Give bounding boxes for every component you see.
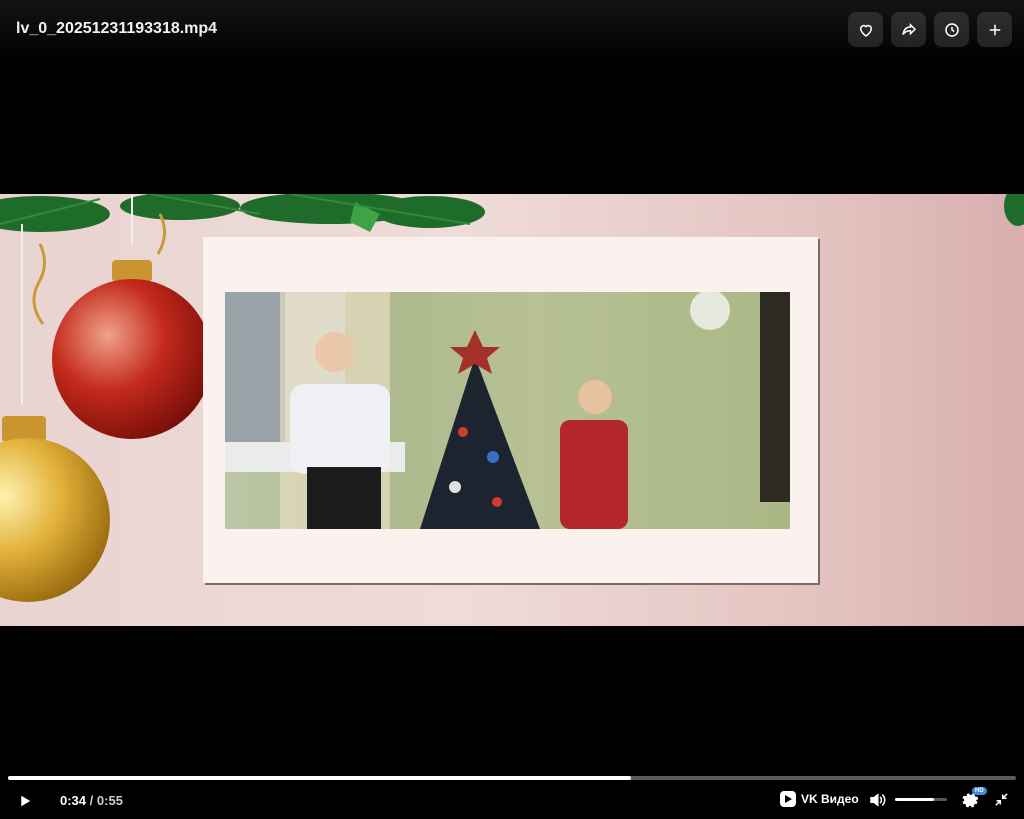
duration: 0:55	[96, 793, 123, 808]
classroom-scene-image	[225, 292, 790, 529]
current-time: 0:34	[60, 793, 87, 808]
progress-bar[interactable]	[8, 776, 1016, 780]
video-title: lv_0_20251231193318.mp4	[16, 20, 218, 37]
quality-badge: HD	[972, 787, 987, 795]
share-icon	[901, 22, 916, 36]
play-icon[interactable]	[16, 792, 34, 810]
volume-icon[interactable]	[867, 791, 887, 809]
plus-icon	[989, 24, 1000, 35]
video-scene	[225, 292, 790, 529]
time-display: 0:34 / 0:55	[60, 793, 123, 808]
header-actions	[848, 12, 1012, 47]
exit-fullscreen-icon[interactable]	[994, 792, 1009, 807]
like-button[interactable]	[848, 12, 883, 47]
volume-slider[interactable]	[895, 798, 947, 801]
clock-icon	[944, 22, 959, 37]
share-button[interactable]	[891, 12, 926, 47]
christmas-ornaments-decoration	[0, 194, 212, 602]
vk-video-brand[interactable]: VK Видео	[780, 791, 859, 807]
volume-fill	[895, 798, 934, 801]
watch-later-button[interactable]	[934, 12, 969, 47]
photo-frame	[203, 237, 818, 583]
vk-video-logo-icon	[780, 791, 796, 807]
heart-icon	[859, 24, 872, 37]
progress-fill	[8, 776, 631, 780]
add-button[interactable]	[977, 12, 1012, 47]
brand-label: VK Видео	[801, 792, 859, 806]
video-header: lv_0_20251231193318.mp4	[0, 0, 1024, 62]
video-frame[interactable]	[0, 194, 1024, 626]
player-controls: 0:34 / 0:55 VK Видео HD	[0, 770, 1024, 819]
time-separator: /	[89, 793, 94, 808]
